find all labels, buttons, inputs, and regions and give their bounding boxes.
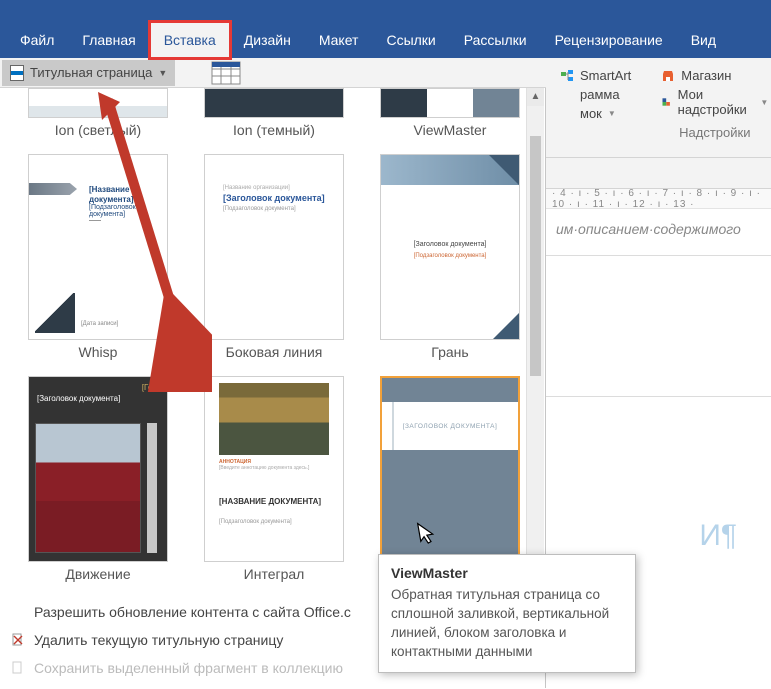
smartart-icon bbox=[560, 69, 574, 83]
ribbon-tabs: Файл Главная Вставка Дизайн Макет Ссылки… bbox=[0, 0, 771, 58]
tab-mailings[interactable]: Рассылки bbox=[450, 22, 541, 58]
gallery-item-integral[interactable]: АННОТАЦИЯ [Введите аннотацию документа з… bbox=[204, 376, 344, 592]
store-icon bbox=[661, 69, 675, 83]
cover-page-button[interactable]: Титульная страница ▼ bbox=[2, 60, 175, 86]
chevron-down-icon: ▼ bbox=[608, 109, 616, 118]
gallery-item-facet[interactable]: [Заголовок документа] [Подзаголовок доку… bbox=[380, 154, 520, 370]
gallery-scrollbar[interactable]: ▲ ▼ bbox=[526, 88, 544, 608]
tab-home[interactable]: Главная bbox=[68, 22, 149, 58]
smartart-button[interactable]: SmartArt bbox=[560, 68, 631, 83]
tab-references[interactable]: Ссылки bbox=[372, 22, 449, 58]
tab-file[interactable]: Файл bbox=[6, 22, 68, 58]
remove-icon bbox=[10, 632, 26, 648]
tooltip-body: Обратная титульная страница со сплошной … bbox=[391, 586, 623, 662]
save-icon bbox=[10, 660, 26, 676]
gallery-item-ion-light[interactable]: Ion (светлый) bbox=[28, 88, 168, 148]
gallery-item-sideline[interactable]: [Название организации] [Заголовок докуме… bbox=[204, 154, 344, 370]
store-button[interactable]: Магазин bbox=[661, 68, 768, 83]
tooltip: ViewMaster Обратная титульная страница с… bbox=[378, 554, 636, 673]
addins-button[interactable]: Мои надстройки▼ bbox=[661, 87, 768, 117]
chart-button[interactable]: рамма bbox=[560, 87, 631, 102]
pilcrow-icon: И¶ bbox=[699, 519, 737, 553]
group-label: Надстройки bbox=[661, 125, 768, 140]
scroll-handle[interactable] bbox=[530, 136, 541, 376]
tab-review[interactable]: Рецензирование bbox=[541, 22, 677, 58]
screenshot-button[interactable]: мок▼ bbox=[560, 106, 631, 121]
addins-icon bbox=[661, 95, 671, 109]
cover-page-icon bbox=[10, 65, 24, 81]
gallery-item-ion-dark[interactable]: Ion (темный) bbox=[204, 88, 344, 148]
gallery-item-viewmaster[interactable]: ViewMaster bbox=[380, 88, 520, 148]
tab-layout[interactable]: Макет bbox=[305, 22, 373, 58]
tooltip-title: ViewMaster bbox=[391, 565, 623, 581]
chevron-down-icon: ▼ bbox=[760, 98, 768, 107]
tab-view[interactable]: Вид bbox=[677, 22, 730, 58]
gallery-item-motion[interactable]: [Год] [Заголовок документа] Движение bbox=[28, 376, 168, 592]
scroll-up[interactable]: ▲ bbox=[527, 88, 544, 106]
table-icon[interactable] bbox=[211, 61, 241, 85]
ribbon-right: SmartArt рамма мок▼ Магазин Мои надстрой… bbox=[546, 58, 771, 158]
chevron-down-icon: ▼ bbox=[158, 68, 167, 78]
tab-design[interactable]: Дизайн bbox=[230, 22, 305, 58]
gallery-item-whisp[interactable]: [Название документа] [Подзаголовок докум… bbox=[28, 154, 168, 370]
cover-page-label: Титульная страница bbox=[30, 65, 152, 80]
ruler: · 4 · ı · 5 · ı · 6 · ı · 7 · ı · 8 · ı … bbox=[546, 189, 771, 209]
document-text: им·описанием·содержимого bbox=[546, 209, 771, 237]
tab-insert[interactable]: Вставка bbox=[150, 22, 230, 58]
